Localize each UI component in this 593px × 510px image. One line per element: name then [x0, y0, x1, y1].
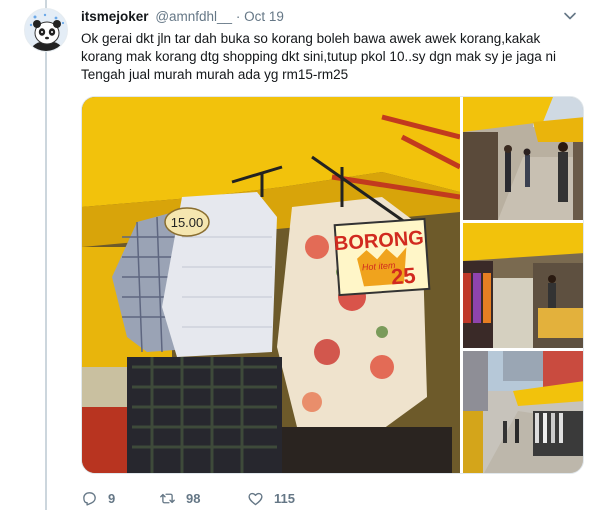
avatar[interactable]: [24, 8, 68, 52]
chevron-down-icon[interactable]: [563, 9, 577, 23]
photo-side-3[interactable]: [463, 351, 583, 473]
separator-dot: ·: [235, 9, 241, 24]
retweet-icon: [160, 493, 175, 503]
reply-icon: [83, 491, 96, 506]
username[interactable]: itsmejoker: [81, 9, 149, 24]
panda-avatar-icon: [25, 9, 67, 51]
tweet-date[interactable]: Oct 19: [244, 9, 284, 24]
like-icon: [248, 492, 263, 505]
tweet-actions: 9 98 115: [81, 488, 337, 508]
photo-side-1[interactable]: [463, 97, 583, 220]
tweet-text: Ok gerai dkt jln tar dah buka so korang …: [81, 31, 557, 82]
like-count: 115: [274, 490, 295, 506]
sign-price-text: 25: [390, 263, 416, 290]
price-tag-text: 15.00: [171, 215, 204, 230]
photo-main[interactable]: 15.00 BORONG Hot item 25: [82, 97, 460, 473]
reply-count: 9: [108, 490, 116, 506]
photo-side-2[interactable]: [463, 223, 583, 348]
like-button[interactable]: 115: [247, 490, 337, 507]
thread-line: [45, 0, 47, 510]
tweet-header: itsmejoker @amnfdhl__ · Oct 19: [81, 9, 577, 27]
retweet-button[interactable]: 98: [159, 490, 247, 507]
user-handle[interactable]: @amnfdhl__: [155, 9, 232, 24]
retweet-count: 98: [186, 490, 201, 506]
media-grid: 15.00 BORONG Hot item 25: [81, 96, 584, 474]
reply-button[interactable]: 9: [81, 490, 159, 507]
